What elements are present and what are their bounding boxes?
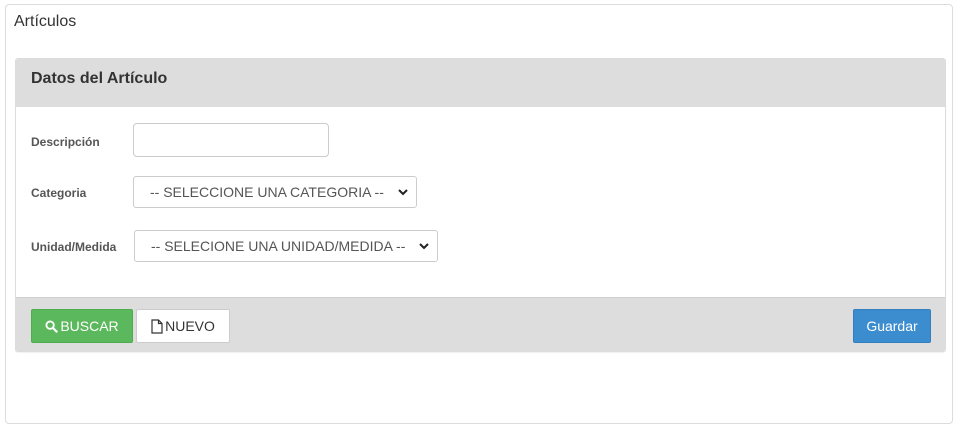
panel-heading: Datos del Artículo — [16, 59, 945, 107]
buscar-button-label: BUSCAR — [60, 318, 119, 334]
guardar-button[interactable]: Guardar — [853, 309, 931, 343]
page-container: Artículos Datos del Artículo Descripción… — [5, 4, 953, 424]
categoria-label: Categoria — [31, 186, 87, 200]
categoria-select-value: -- SELECCIONE UNA CATEGORIA -- — [150, 184, 384, 200]
descripcion-input[interactable] — [133, 123, 329, 157]
search-icon — [45, 319, 59, 333]
guardar-button-label: Guardar — [866, 318, 918, 334]
categoria-select[interactable]: -- SELECCIONE UNA CATEGORIA -- — [133, 176, 417, 208]
chevron-down-icon — [415, 237, 433, 255]
nuevo-button-label: NUEVO — [165, 318, 215, 334]
descripcion-label: Descripción — [31, 135, 100, 149]
panel-title: Datos del Artículo — [31, 70, 168, 87]
nuevo-button[interactable]: NUEVO — [136, 309, 230, 343]
panel-footer: BUSCAR NUEVO Guardar — [16, 297, 945, 351]
chevron-down-icon — [394, 183, 412, 201]
unidad-select[interactable]: -- SELECIONE UNA UNIDAD/MEDIDA -- — [134, 230, 438, 262]
page-title: Artículos — [14, 13, 77, 30]
unidad-label: Unidad/Medida — [31, 240, 117, 254]
article-panel: Datos del Artículo Descripción Categoria… — [15, 58, 946, 352]
unidad-select-value: -- SELECIONE UNA UNIDAD/MEDIDA -- — [151, 238, 406, 254]
file-icon — [151, 318, 163, 334]
buscar-button[interactable]: BUSCAR — [31, 309, 133, 343]
